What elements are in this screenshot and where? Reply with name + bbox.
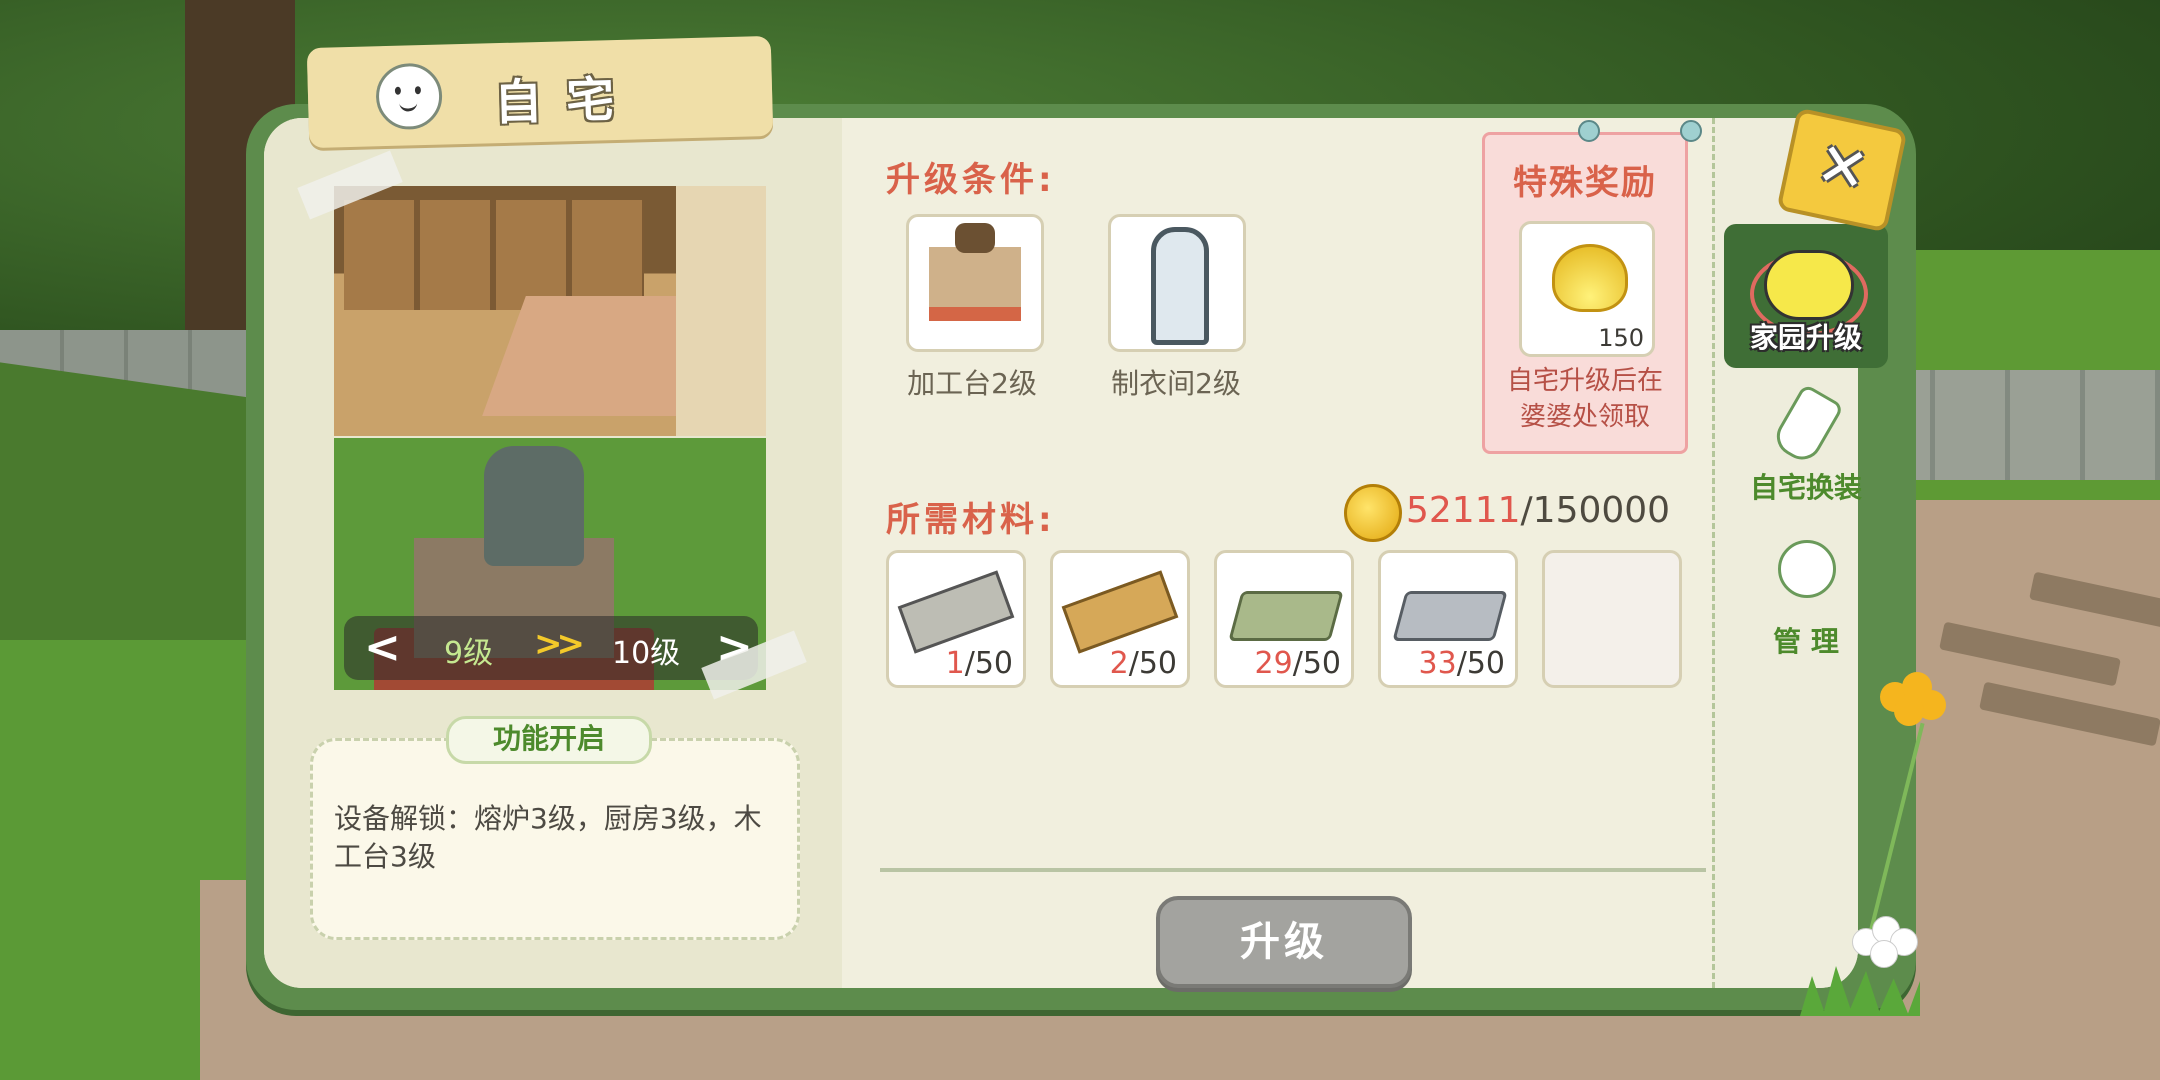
material-slot[interactable]: 33/50 (1378, 550, 1518, 688)
upgrade-conditions-heading: 升级条件: (886, 160, 1056, 200)
room-interior-image (334, 186, 766, 436)
material-count: 1/50 (946, 646, 1013, 681)
material-slot[interactable]: 1/50 (886, 550, 1026, 688)
mirror-icon (1151, 227, 1209, 345)
pin-icon (1680, 120, 1702, 142)
divider (880, 868, 1706, 872)
ghost-mascot-icon (1778, 540, 1836, 598)
coin-have: 52111 (1406, 490, 1521, 531)
tab-home-upgrade[interactable]: 家园升级 (1724, 224, 1888, 368)
white-flower-icon (1852, 916, 1922, 970)
prev-arrow-icon[interactable]: < (364, 622, 401, 673)
materials-heading: 所需材料: (886, 500, 1056, 540)
material-count: 33/50 (1419, 646, 1505, 681)
stone-wood-icon (897, 570, 1015, 654)
green-ingot-icon (1228, 591, 1344, 641)
tab-label: 管 理 (1773, 625, 1839, 658)
ghost-mascot-icon (375, 62, 443, 131)
special-reward-box: 特殊奖励 150 自宅升级后在 婆婆处领取 (1482, 132, 1688, 454)
material-count: 29/50 (1255, 646, 1341, 681)
condition-label: 制衣间2级 (1111, 367, 1241, 400)
furnace-stove (484, 446, 584, 566)
gold-coin-icon (1344, 484, 1402, 542)
reward-item-card[interactable]: 150 (1519, 221, 1655, 357)
condition-card-workbench[interactable] (906, 214, 1044, 352)
condition-label: 加工台2级 (907, 367, 1037, 400)
material-count: 2/50 (1110, 646, 1177, 681)
material-slot[interactable]: 29/50 (1214, 550, 1354, 688)
reward-desc-line2: 婆婆处领取 (1519, 402, 1650, 432)
material-have: 2 (1109, 646, 1129, 681)
iron-ingot-icon (1392, 591, 1508, 641)
material-have: 1 (945, 646, 965, 681)
material-have: 33 (1418, 646, 1457, 681)
room-door (676, 186, 766, 436)
tab-home-decor[interactable]: 自宅换装 (1724, 383, 1888, 506)
function-unlock-text: 设备解锁：熔炉3级，厨房3级，木工台3级 (334, 802, 762, 873)
room-shelf (344, 200, 644, 310)
home-upgrade-icon (1764, 250, 1854, 320)
condition-card-tailor[interactable] (1108, 214, 1246, 352)
double-chevron-icon: >> (534, 624, 585, 664)
reward-description: 自宅升级后在 婆婆处领取 (1485, 363, 1685, 435)
tab-label: 自宅换装 (1749, 471, 1862, 504)
reward-desc-line1: 自宅升级后在 (1506, 366, 1663, 396)
level-switcher: < 9级 >> 10级 > (344, 616, 758, 680)
paintbrush-icon (1769, 383, 1845, 467)
tab-label: 家园升级 (1749, 321, 1862, 354)
material-slot[interactable]: 2/50 (1050, 550, 1190, 688)
material-need: /50 (1128, 646, 1177, 681)
golden-shell-icon (1552, 244, 1628, 312)
yellow-flower-icon (1880, 672, 1950, 726)
material-need: /50 (1456, 646, 1505, 681)
tab-manage[interactable]: 管 理 (1724, 540, 1888, 660)
upgrade-button[interactable]: 升级 (1156, 896, 1412, 988)
coin-need: /150000 (1520, 490, 1671, 531)
material-need: /50 (1292, 646, 1341, 681)
material-slot-empty (1542, 550, 1682, 688)
title-tab: 自宅 (306, 35, 774, 149)
wood-plank-icon (1061, 570, 1179, 654)
workbench-icon (929, 223, 1021, 321)
pin-icon (1578, 120, 1600, 142)
coin-requirement: 52111/150000 (1406, 490, 1670, 531)
current-level: 9级 (444, 636, 494, 671)
reward-quantity: 150 (1598, 324, 1644, 352)
special-reward-title: 特殊奖励 (1513, 163, 1657, 203)
page-title: 自宅 (493, 71, 639, 132)
function-unlock-title: 功能开启 (446, 716, 652, 764)
material-need: /50 (964, 646, 1013, 681)
material-have: 29 (1254, 646, 1293, 681)
next-level: 10级 (612, 636, 681, 671)
